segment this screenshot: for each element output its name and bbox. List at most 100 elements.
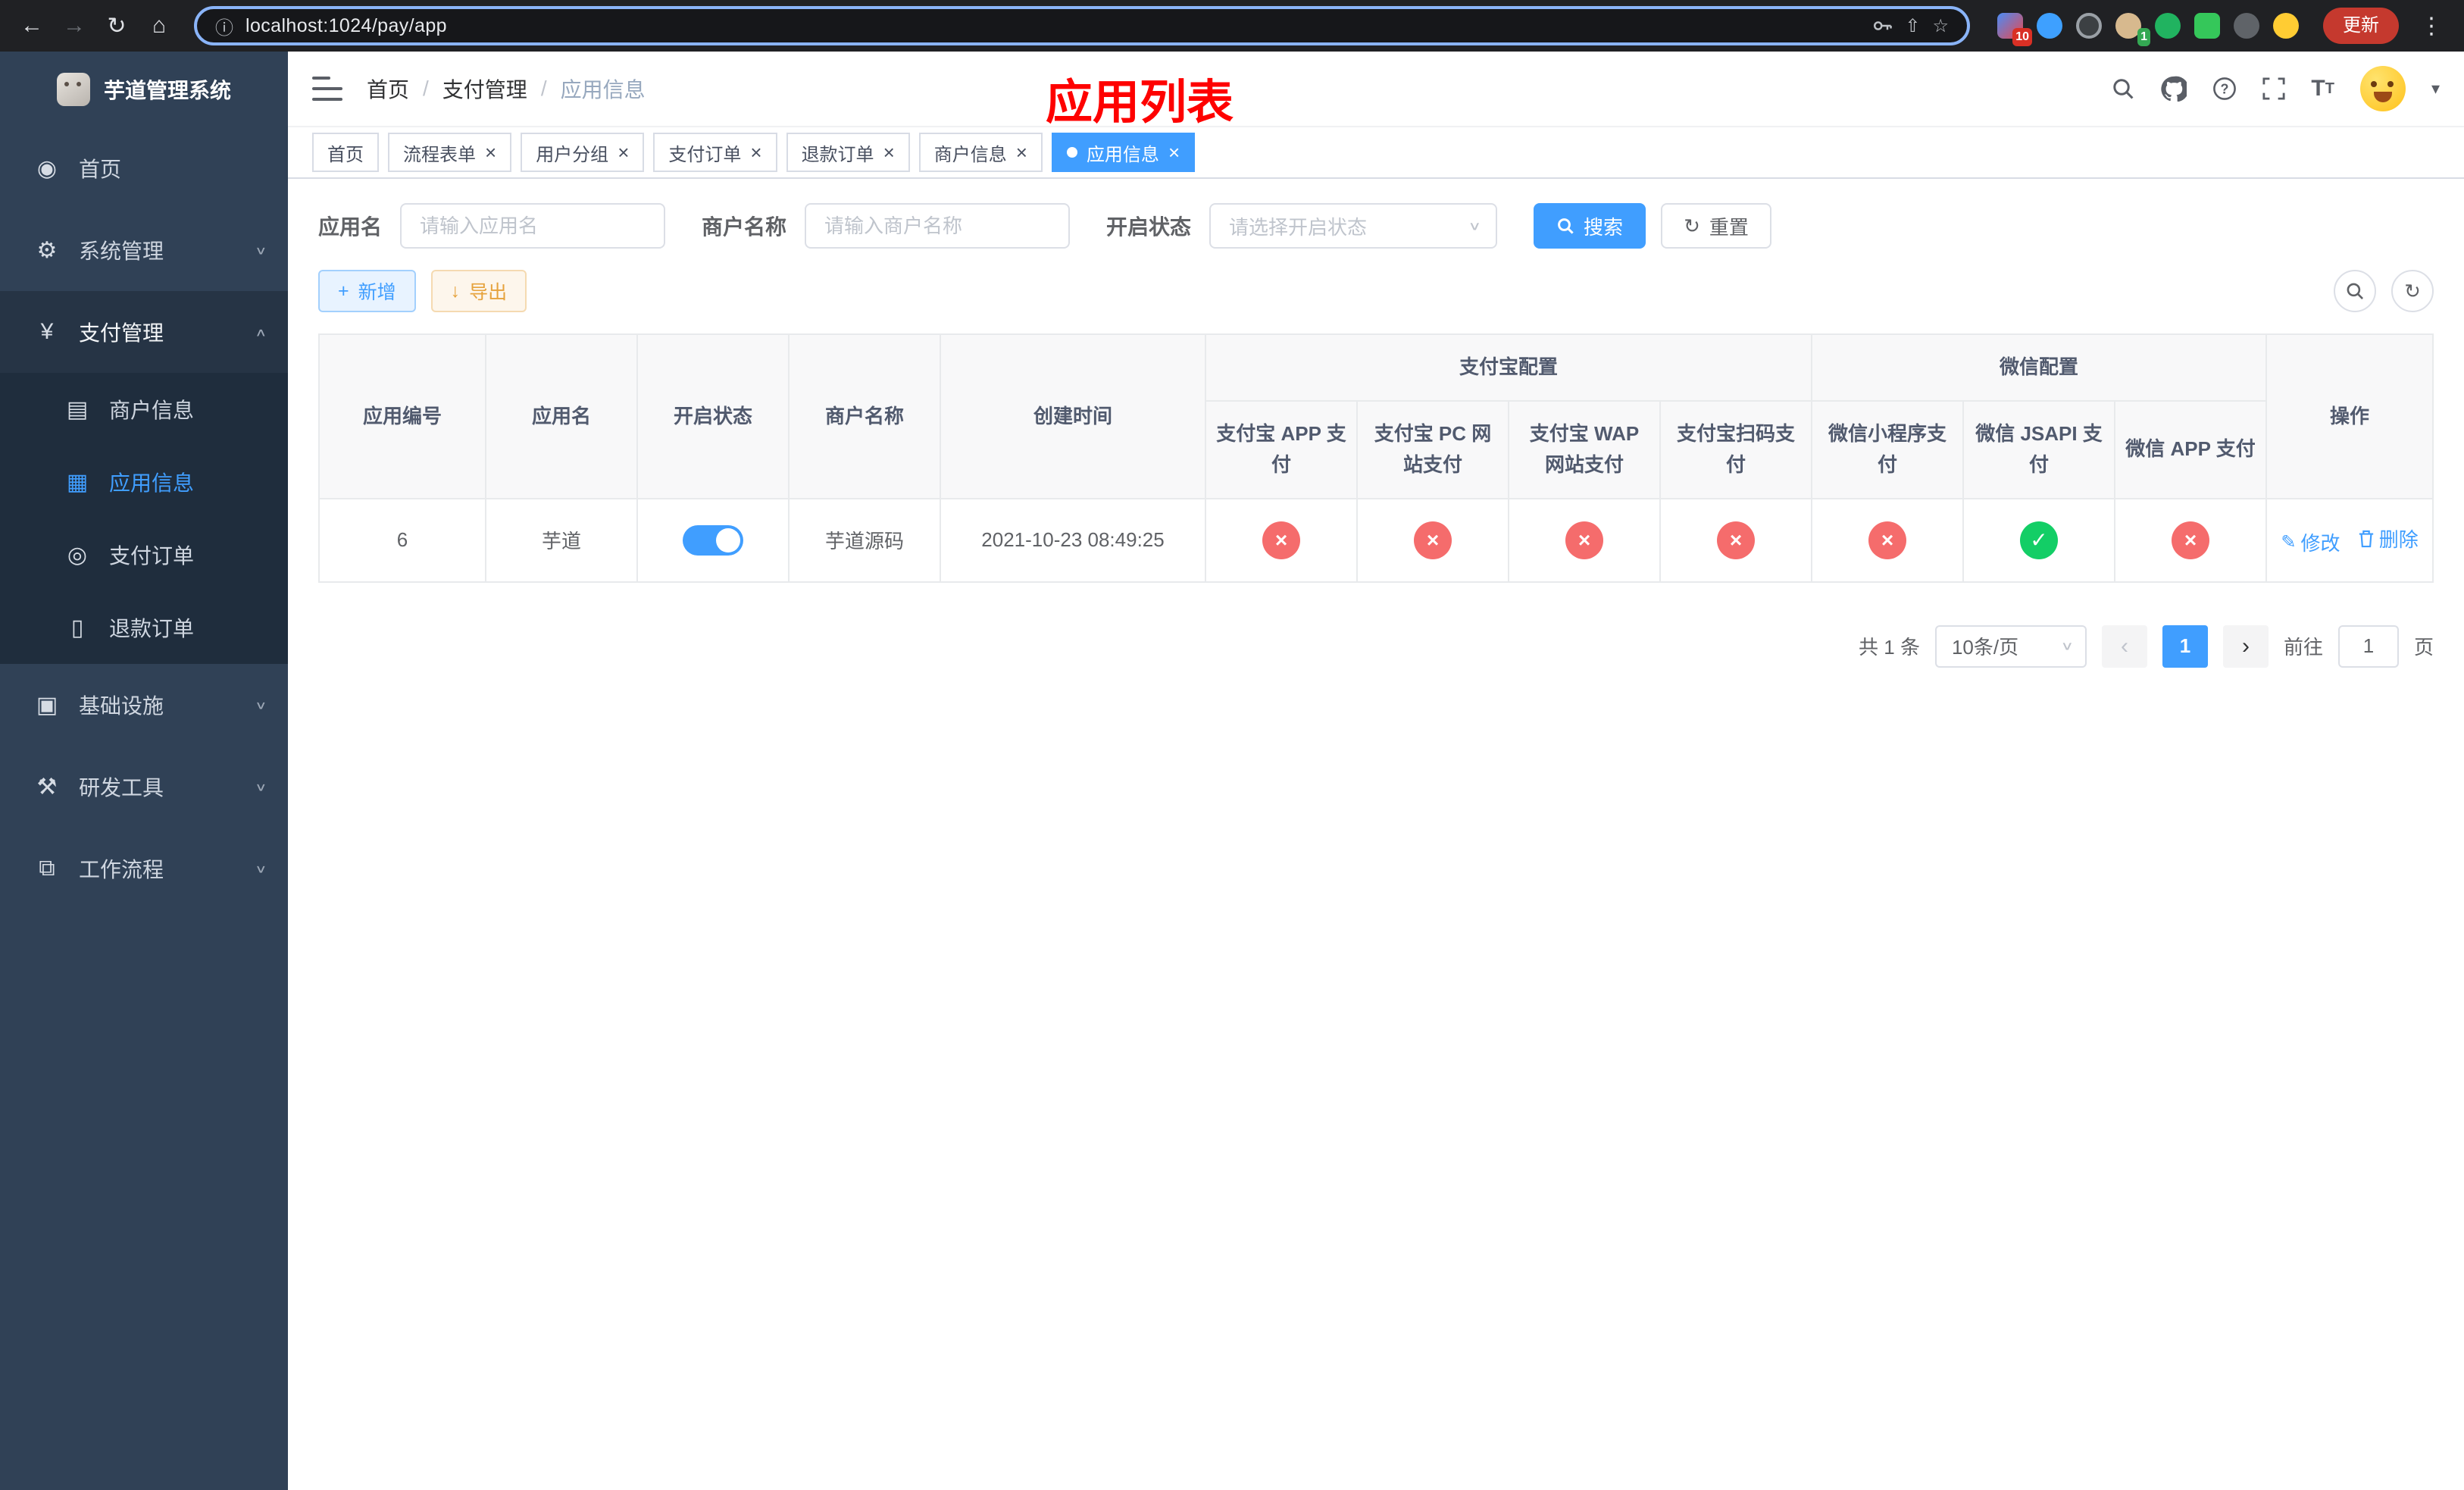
extensions-cluster: 10 1 <box>1997 13 2299 46</box>
chevron-down-icon: ∨ <box>255 781 267 794</box>
share-icon[interactable]: ⇧ <box>1905 15 1920 37</box>
sidebar-item-label: 商户信息 <box>109 399 195 422</box>
password-key-icon[interactable] <box>1871 15 1893 36</box>
cell-wechat-jsapi: ✓ <box>1962 497 2116 583</box>
reset-button[interactable]: ↻ 重置 <box>1661 203 1771 249</box>
delete-link[interactable]: 删除 <box>2358 524 2419 552</box>
reset-button-label: 重置 <box>1709 215 1749 239</box>
close-icon[interactable]: × <box>750 142 761 162</box>
browser-menu-icon[interactable]: ⋮ <box>2411 13 2452 39</box>
app-name-label: 应用名 <box>318 215 383 239</box>
sidebar-item-workflow[interactable]: ⧉ 工作流程 ∨ <box>0 828 288 909</box>
reload-icon[interactable]: ↻ <box>97 6 136 45</box>
extension-icon-2[interactable] <box>2037 13 2062 39</box>
site-info-icon[interactable]: ⓘ <box>215 13 233 39</box>
app-logo[interactable]: 芋道管理系统 <box>0 52 288 127</box>
export-button[interactable]: ↓ 导出 <box>430 270 527 312</box>
edit-link[interactable]: ✎ 修改 <box>2281 528 2340 556</box>
goto-unit-label: 页 <box>2413 636 2434 659</box>
extension-icon-1[interactable]: 10 <box>1997 13 2032 46</box>
status-select[interactable]: 请选择开启状态 ∨ <box>1209 203 1498 249</box>
search-icon[interactable] <box>2111 77 2135 101</box>
edit-link-label: 修改 <box>2300 531 2340 555</box>
logo-avatar <box>56 73 90 106</box>
export-button-label: 导出 <box>469 282 508 303</box>
screen: ← → ↻ ⌂ ⓘ localhost:1024/pay/app ⇧ ☆ 10 … <box>0 0 2464 1490</box>
cell-app-id: 6 <box>318 497 486 583</box>
url-text[interactable]: localhost:1024/pay/app <box>245 15 447 37</box>
sidebar-collapse-icon[interactable] <box>312 77 342 101</box>
merchant-name-input[interactable] <box>805 203 1071 249</box>
sidebar-item-label: 支付订单 <box>109 544 195 568</box>
cell-status <box>636 497 790 583</box>
sidebar-item-label: 支付管理 <box>79 321 164 345</box>
help-icon[interactable]: ? <box>2212 77 2237 101</box>
table-row: 6 芋道 芋道源码 2021-10-23 08:49:25 × × × × × <box>318 497 2434 583</box>
toggle-search-button[interactable] <box>2334 270 2376 312</box>
breadcrumb-separator: / <box>423 77 429 100</box>
page-1-button[interactable]: 1 <box>2162 624 2208 668</box>
tab-home[interactable]: 首页 <box>312 133 379 172</box>
prev-page-button[interactable]: ‹ <box>2101 624 2147 668</box>
next-page-button[interactable]: › <box>2222 624 2269 668</box>
add-button[interactable]: + 新增 <box>318 270 416 312</box>
sidebar-item-refund-orders[interactable]: ▯ 退款订单 <box>0 591 288 664</box>
page-size-select[interactable]: 10条/页 ∨ <box>1934 624 2087 668</box>
app-frame: 芋道管理系统 ◉ 首页 ⚙ 系统管理 ∨ ¥ 支付管理 ∧ ▤ 商户信息 ▦ 应… <box>0 52 2464 1490</box>
cell-ops: ✎ 修改 删除 <box>2265 497 2434 583</box>
search-button[interactable]: 搜索 <box>1534 203 1646 249</box>
close-icon[interactable]: × <box>1016 142 1027 162</box>
browser-update-button[interactable]: 更新 <box>2323 8 2399 44</box>
col-wechat-app: 微信 APP 支付 <box>2114 399 2268 499</box>
extension-icon-8[interactable] <box>2273 13 2299 39</box>
github-icon[interactable] <box>2161 76 2187 102</box>
close-icon[interactable]: × <box>485 142 496 162</box>
font-size-icon[interactable]: TT <box>2311 77 2334 100</box>
tab-user-group[interactable]: 用户分组 × <box>521 133 645 172</box>
refresh-table-button[interactable]: ↻ <box>2391 270 2434 312</box>
tab-label: 退款订单 <box>801 144 874 165</box>
app-name-input[interactable] <box>400 203 666 249</box>
config-wechat-app-status: × <box>2172 521 2210 559</box>
tab-process-form[interactable]: 流程表单 × <box>388 133 512 172</box>
sidebar-item-merchant-info[interactable]: ▤ 商户信息 <box>0 373 288 446</box>
breadcrumb-home[interactable]: 首页 <box>367 74 409 104</box>
back-icon[interactable]: ← <box>12 6 52 45</box>
forward-icon[interactable]: → <box>55 6 94 45</box>
close-icon[interactable]: × <box>1168 142 1180 162</box>
status-select-placeholder: 请选择开启状态 <box>1229 215 1368 239</box>
goto-page-input[interactable] <box>2337 624 2399 668</box>
sidebar-item-infrastructure[interactable]: ▣ 基础设施 ∨ <box>0 664 288 746</box>
extension-icon-5[interactable] <box>2155 13 2181 39</box>
caret-down-icon[interactable]: ▾ <box>2431 79 2440 99</box>
extension-icon-7[interactable] <box>2234 13 2259 39</box>
extension-icon-6[interactable] <box>2194 13 2220 39</box>
page-content: 应用名 商户名称 开启状态 请选择开启状态 ∨ <box>288 179 2464 1490</box>
close-icon[interactable]: × <box>618 142 629 162</box>
sidebar-item-pay-orders[interactable]: ◎ 支付订单 <box>0 518 288 591</box>
sidebar-item-home[interactable]: ◉ 首页 <box>0 127 288 209</box>
config-wechat-mini-status: × <box>1868 521 1907 559</box>
user-avatar[interactable] <box>2359 66 2406 111</box>
sidebar-item-payment[interactable]: ¥ 支付管理 ∧ <box>0 291 288 373</box>
bookmark-star-icon[interactable]: ☆ <box>1932 15 1949 37</box>
sidebar-item-label: 研发工具 <box>79 776 164 800</box>
sidebar-item-app-info[interactable]: ▦ 应用信息 <box>0 446 288 518</box>
close-icon[interactable]: × <box>883 142 895 162</box>
extension-icon-3[interactable] <box>2076 13 2102 39</box>
tab-pay-orders[interactable]: 支付订单 × <box>653 133 777 172</box>
top-navbar: 首页 / 支付管理 / 应用信息 ? T T ▾ <box>288 52 2464 127</box>
url-bar[interactable]: ⓘ localhost:1024/pay/app ⇧ ☆ <box>194 6 1970 45</box>
sidebar-item-system[interactable]: ⚙ 系统管理 ∨ <box>0 209 288 291</box>
status-toggle[interactable] <box>683 524 743 556</box>
extension-icon-4[interactable]: 1 <box>2115 13 2150 46</box>
cell-wechat-app: × <box>2114 497 2268 583</box>
sidebar-item-dev-tools[interactable]: ⚒ 研发工具 ∨ <box>0 746 288 828</box>
fullscreen-icon[interactable] <box>2262 77 2285 100</box>
delete-link-label: 删除 <box>2378 528 2419 552</box>
tab-refund-orders[interactable]: 退款订单 × <box>786 133 910 172</box>
tab-label: 流程表单 <box>403 144 476 165</box>
tab-app-info[interactable]: 应用信息 × <box>1051 133 1196 172</box>
tab-merchant-info[interactable]: 商户信息 × <box>918 133 1043 172</box>
home-icon[interactable]: ⌂ <box>139 6 179 45</box>
